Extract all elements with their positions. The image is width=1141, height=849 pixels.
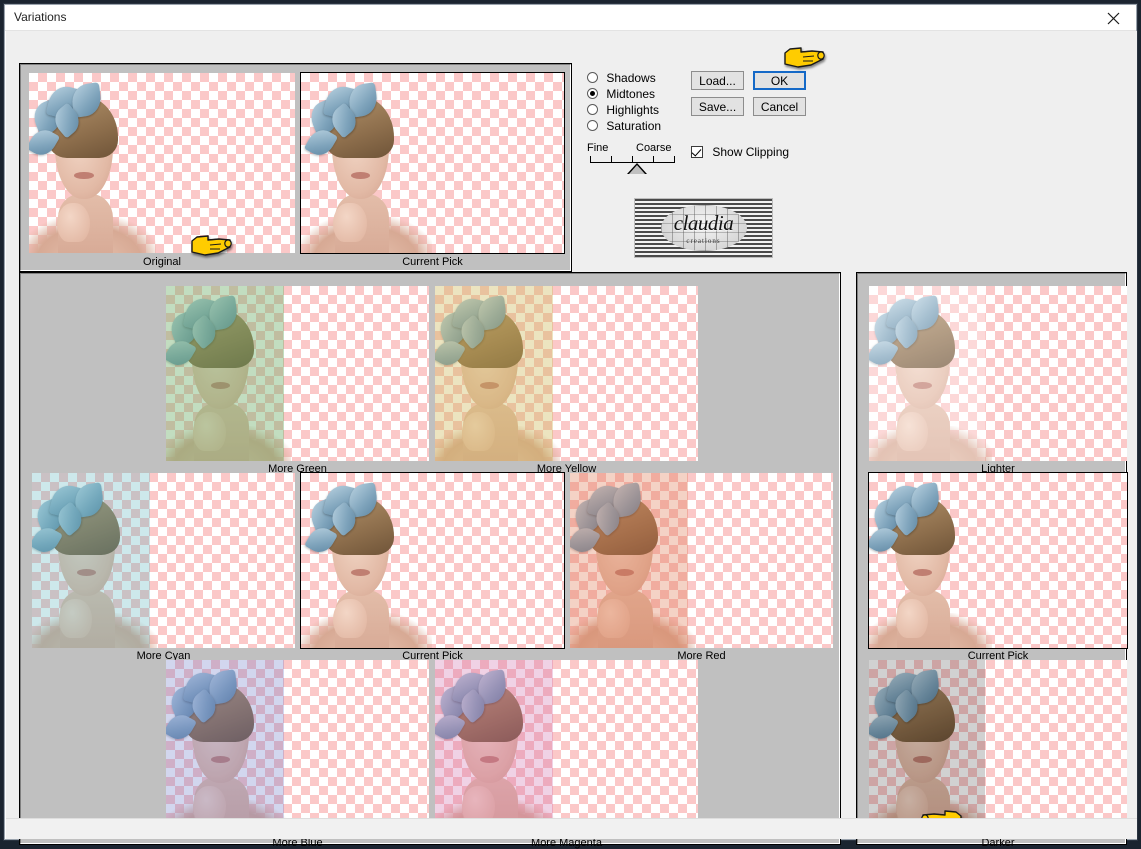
slider-thumb[interactable] — [627, 163, 647, 174]
fine-coarse-slider[interactable]: Fine Coarse — [586, 142, 682, 187]
slider-max-label: Coarse — [636, 142, 672, 154]
radio-shadows-indicator — [587, 72, 598, 83]
load-button[interactable]: Load... — [691, 71, 744, 90]
portrait-image — [869, 660, 993, 835]
slider-tick — [653, 156, 654, 163]
radio-shadows[interactable]: Shadows — [587, 71, 656, 85]
variation-current-pick-thumbnail[interactable] — [300, 472, 565, 649]
portrait-image — [301, 73, 432, 253]
dialog-body: Original Current Pick Shadows Midtones H… — [6, 31, 1137, 849]
variation-more-magenta-thumbnail[interactable] — [435, 660, 698, 835]
portrait-image — [570, 473, 696, 648]
title-bar: Variations — [5, 5, 1136, 31]
status-bar — [6, 818, 1137, 839]
preview-original-thumbnail[interactable] — [29, 73, 295, 253]
radio-midtones-label: Midtones — [606, 87, 656, 101]
radio-highlights[interactable]: Highlights — [587, 103, 659, 117]
preview-current-pick-thumbnail[interactable] — [300, 72, 565, 254]
preview-original-caption: Original — [143, 256, 181, 268]
radio-saturation[interactable]: Saturation — [587, 119, 661, 133]
show-clipping-label: Show Clipping — [712, 145, 790, 159]
window-title: Variations — [14, 10, 67, 24]
slider-tick — [674, 156, 675, 163]
variations-dialog-window: Variations Original Current Pick Shadows… — [4, 4, 1137, 849]
show-clipping-checkbox[interactable]: Show Clipping — [691, 145, 789, 159]
radio-midtones-indicator — [587, 88, 598, 99]
variation-more-cyan-thumbnail[interactable] — [32, 473, 295, 648]
portrait-image — [166, 660, 292, 835]
slider-tick — [611, 156, 612, 163]
logo-subtitle: creations — [686, 237, 721, 245]
preview-current-pick-caption: Current Pick — [402, 256, 463, 268]
preview-panel: Original Current Pick — [19, 63, 572, 272]
variation-more-green-thumbnail[interactable] — [166, 286, 429, 461]
portrait-image — [166, 286, 292, 461]
radio-saturation-indicator — [587, 120, 598, 131]
slider-min-label: Fine — [587, 142, 609, 154]
lightness-darker-thumbnail[interactable] — [869, 660, 1127, 835]
portrait-image — [869, 286, 993, 461]
radio-highlights-label: Highlights — [606, 103, 660, 117]
radio-highlights-indicator — [587, 104, 598, 115]
portrait-image — [301, 473, 432, 648]
portrait-image — [435, 286, 561, 461]
close-icon[interactable] — [1096, 7, 1130, 29]
ok-button[interactable]: OK — [753, 71, 806, 90]
logo-wordmark: claudia — [673, 211, 734, 235]
save-button[interactable]: Save... — [691, 97, 744, 116]
portrait-image — [29, 73, 156, 253]
variation-more-yellow-thumbnail[interactable] — [435, 286, 698, 461]
lightness-panel: Lighter Current Pick Darker — [856, 272, 1128, 849]
variation-more-blue-thumbnail[interactable] — [166, 660, 429, 835]
variations-grid-panel: More Green More Yellow More Cyan Current… — [19, 272, 841, 849]
slider-tick — [590, 156, 591, 163]
claudia-logo: claudia creations — [634, 198, 773, 258]
checkbox-indicator — [691, 146, 703, 158]
radio-midtones[interactable]: Midtones — [587, 87, 655, 101]
lightness-current-pick-thumbnail[interactable] — [868, 472, 1128, 649]
variation-more-red-thumbnail[interactable] — [570, 473, 833, 648]
radio-saturation-label: Saturation — [606, 119, 662, 133]
portrait-image — [869, 473, 993, 648]
radio-shadows-label: Shadows — [606, 71, 656, 85]
portrait-image — [435, 660, 561, 835]
cancel-button[interactable]: Cancel — [753, 97, 806, 116]
portrait-image — [32, 473, 158, 648]
slider-tick — [632, 156, 633, 163]
lightness-lighter-thumbnail[interactable] — [869, 286, 1127, 461]
